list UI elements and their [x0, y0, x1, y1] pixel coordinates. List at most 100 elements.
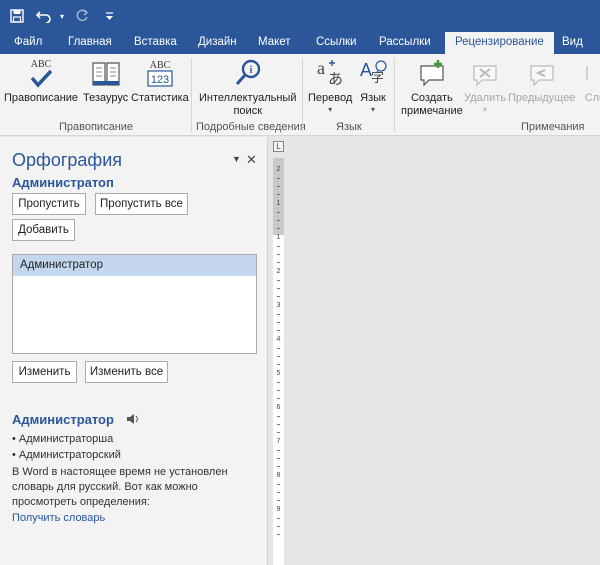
tab-selector[interactable]: L: [273, 141, 284, 152]
language-dropdown-icon[interactable]: ▾: [371, 105, 375, 114]
ruler-tick: [277, 330, 280, 331]
tab-design[interactable]: Дизайн: [198, 32, 237, 54]
ruler-tick: [277, 212, 280, 213]
ruler-tick: [277, 356, 280, 357]
misspelled-word: Администратоп: [12, 175, 114, 190]
statistics-button[interactable]: ABC 123 Статистика: [131, 56, 189, 105]
ruler-tick: [277, 314, 280, 315]
translate-dropdown-icon[interactable]: ▾: [328, 105, 332, 114]
ruler-number: 6: [276, 404, 281, 411]
ruler-tick: [277, 254, 280, 255]
ruler-tick: [277, 390, 280, 391]
ruler-number: 2: [276, 166, 281, 173]
definition-word: Администратор: [12, 412, 114, 427]
ruler-number: 7: [276, 438, 281, 445]
ruler-tick: [277, 416, 280, 417]
new-comment-button[interactable]: Создать примечание: [401, 56, 463, 118]
tab-home[interactable]: Главная: [68, 32, 112, 54]
ruler-tick: [277, 228, 280, 229]
ruler-tick: [277, 492, 280, 493]
thesaurus-button[interactable]: Тезаурус: [83, 56, 128, 105]
add-button[interactable]: Добавить: [12, 219, 75, 241]
redo-icon: [72, 6, 92, 26]
delete-dropdown-icon: ▾: [482, 105, 487, 114]
new-comment-label-1: Создать: [410, 92, 453, 104]
ruler-tick: [277, 398, 280, 399]
title-bar: ▾: [0, 0, 600, 32]
ruler-tick: [277, 262, 280, 263]
tab-review[interactable]: Рецензирование: [445, 32, 554, 54]
tab-layout[interactable]: Макет: [258, 32, 291, 54]
svg-text:a: a: [317, 58, 325, 78]
abc-icon-text: ABC: [31, 59, 52, 70]
previous-comment-icon: [525, 56, 559, 90]
suggestions-list[interactable]: Администратор: [12, 254, 257, 354]
spelling-check-icon: ABC: [24, 56, 58, 90]
pane-title: Орфография: [12, 150, 123, 170]
translate-label: Перевод: [308, 92, 353, 104]
delete-label: Удалить: [464, 92, 506, 104]
group-proofing-label: Правописание: [59, 121, 134, 133]
group-language-label: Язык: [336, 121, 362, 133]
change-all-button[interactable]: Изменить все: [85, 361, 168, 383]
ignore-all-button[interactable]: Пропустить все: [95, 193, 188, 215]
undo-dropdown-icon[interactable]: ▾: [56, 6, 68, 26]
tab-view[interactable]: Вид: [562, 32, 583, 54]
ruler-number: 1: [276, 200, 281, 207]
ribbon-tabs: Файл Главная Вставка Дизайн Макет Ссылки…: [0, 32, 600, 54]
ruler-number: 8: [276, 472, 281, 479]
ruler-tick: [277, 296, 280, 297]
ruler-number: 4: [276, 336, 281, 343]
next-label: Сле: [584, 92, 600, 104]
tab-mailings[interactable]: Рассылки: [379, 32, 431, 54]
synonym-item: • Администраторша: [12, 433, 114, 445]
tab-insert[interactable]: Вставка: [134, 32, 177, 54]
ruler-tick: [277, 526, 280, 527]
change-button[interactable]: Изменить: [12, 361, 77, 383]
customize-icon[interactable]: [102, 6, 116, 26]
smart-lookup-button[interactable]: i Интеллектуальный поиск: [199, 56, 296, 118]
ruler-tick: [277, 348, 280, 349]
new-comment-label-2: примечание: [401, 105, 463, 117]
smart-lookup-label-2: поиск: [233, 105, 262, 117]
speaker-icon[interactable]: [126, 413, 140, 428]
ribbon: ABC Правописание Тезаурус ABC 123 Статис…: [0, 54, 600, 136]
spelling-pane: Орфография ▼ ✕ Администратоп Пропустить …: [0, 137, 268, 565]
statistics-label: Статистика: [131, 92, 189, 104]
pane-options-icon[interactable]: ▼: [232, 154, 241, 164]
tab-references[interactable]: Ссылки: [316, 32, 357, 54]
ruler-tick: [277, 186, 280, 187]
language-button[interactable]: A 字 Язык ▾: [356, 56, 390, 114]
ruler-tick: [277, 382, 280, 383]
save-icon[interactable]: [6, 6, 28, 26]
word-count-icon: ABC 123: [143, 56, 177, 90]
ruler-tick: [277, 194, 280, 195]
ribbon-separator: [394, 58, 395, 132]
tab-file[interactable]: Файл: [14, 32, 42, 54]
ruler-tick: [277, 178, 280, 179]
ruler-tick: [277, 534, 280, 535]
previous-comment-button: Предыдущее: [508, 56, 575, 105]
book-icon: [89, 56, 123, 90]
delete-comment-button: Удалить ▾: [464, 56, 506, 114]
magnifier-info-icon: i: [231, 56, 265, 90]
translate-button[interactable]: a あ Перевод ▾: [308, 56, 352, 114]
abc123-bottom-text: 123: [151, 74, 169, 86]
spelling-button[interactable]: ABC Правописание: [4, 56, 78, 105]
thesaurus-label: Тезаурус: [83, 92, 129, 104]
document-area[interactable]: [286, 137, 600, 565]
language-label: Язык: [360, 92, 386, 104]
svg-text:i: i: [249, 65, 252, 76]
get-dictionary-link[interactable]: Получить словарь: [12, 512, 105, 524]
group-insights-label: Подробные сведения: [196, 121, 306, 133]
undo-icon[interactable]: [34, 6, 54, 26]
list-item[interactable]: Администратор: [13, 255, 256, 276]
previous-label: Предыдущее: [508, 92, 576, 104]
spelling-label: Правописание: [4, 92, 79, 104]
close-icon[interactable]: ✕: [246, 152, 257, 168]
ruler-tick: [277, 280, 280, 281]
dictionary-note: В Word в настоящее время не установлен с…: [12, 466, 228, 508]
ruler-number: 5: [276, 370, 281, 377]
ignore-button[interactable]: Пропустить: [12, 193, 86, 215]
ruler-tick: [277, 322, 280, 323]
